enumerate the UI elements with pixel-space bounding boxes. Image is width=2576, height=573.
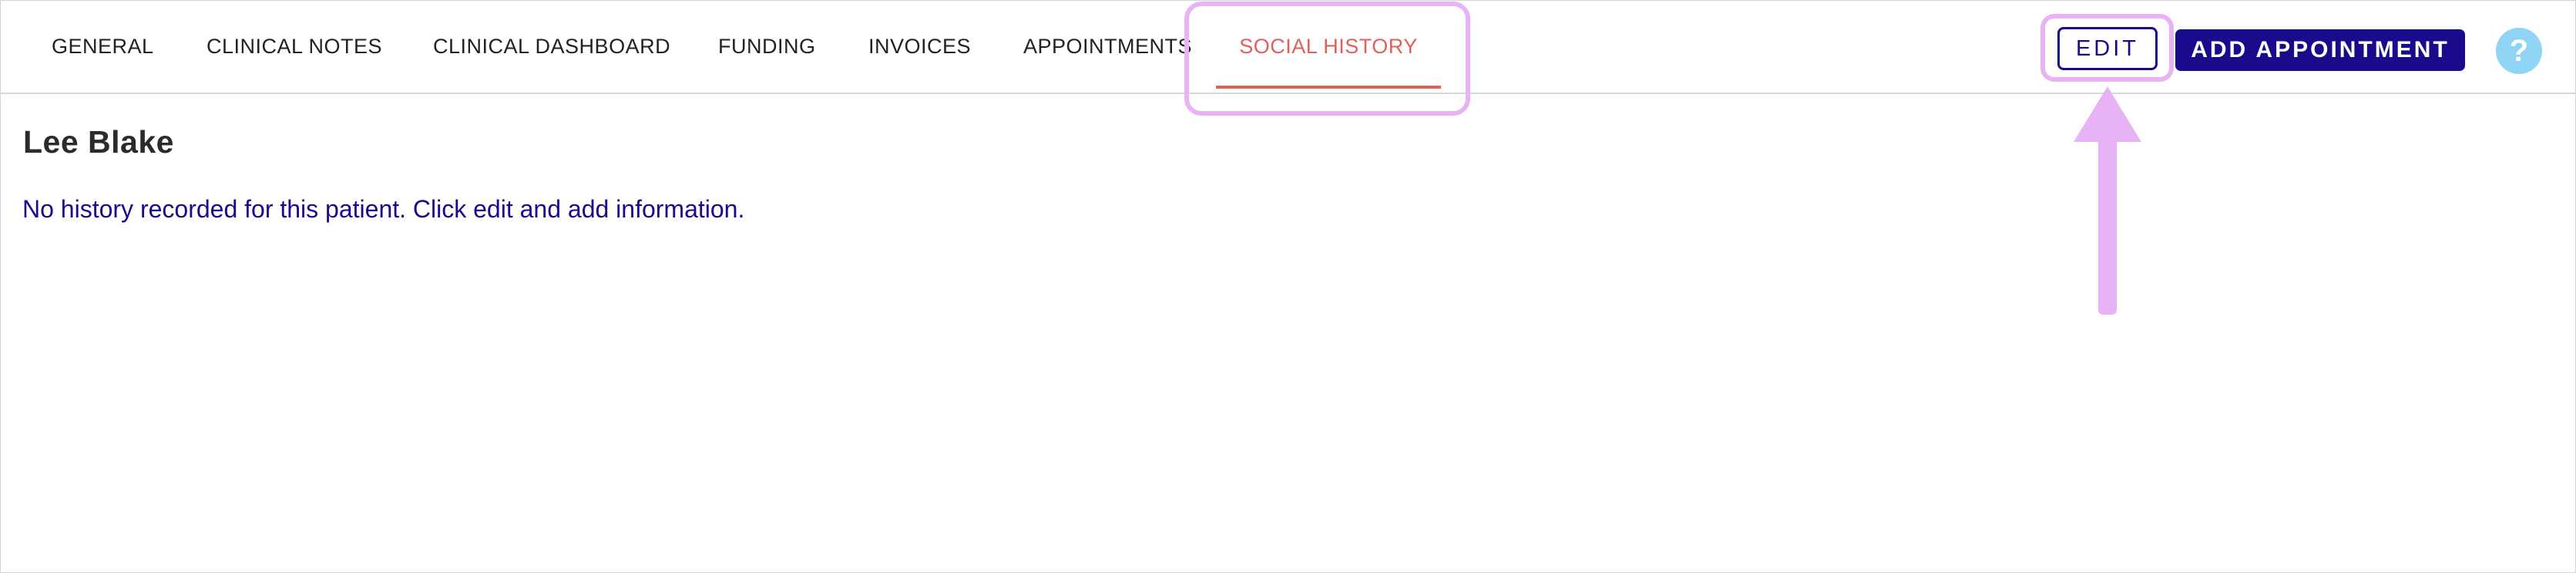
up-arrow-icon [2074, 86, 2141, 142]
add-appointment-button[interactable]: ADD APPOINTMENT [2175, 29, 2465, 71]
highlight-social-history-tab [1184, 2, 1470, 116]
arrow-shaft [2098, 137, 2117, 315]
highlight-edit-button [2040, 14, 2174, 82]
tab-funding[interactable]: FUNDING [718, 1, 816, 93]
tab-invoices[interactable]: INVOICES [868, 1, 971, 93]
tab-clinical-notes[interactable]: CLINICAL NOTES [207, 1, 382, 93]
tab-clinical-dashboard[interactable]: CLINICAL DASHBOARD [433, 1, 670, 93]
help-icon[interactable]: ? [2496, 28, 2542, 74]
history-empty-message: No history recorded for this patient. Cl… [22, 195, 745, 223]
tab-appointments[interactable]: APPOINTMENTS [1023, 1, 1192, 93]
tab-general[interactable]: GENERAL [52, 1, 154, 93]
patient-name: Lee Blake [23, 124, 174, 160]
